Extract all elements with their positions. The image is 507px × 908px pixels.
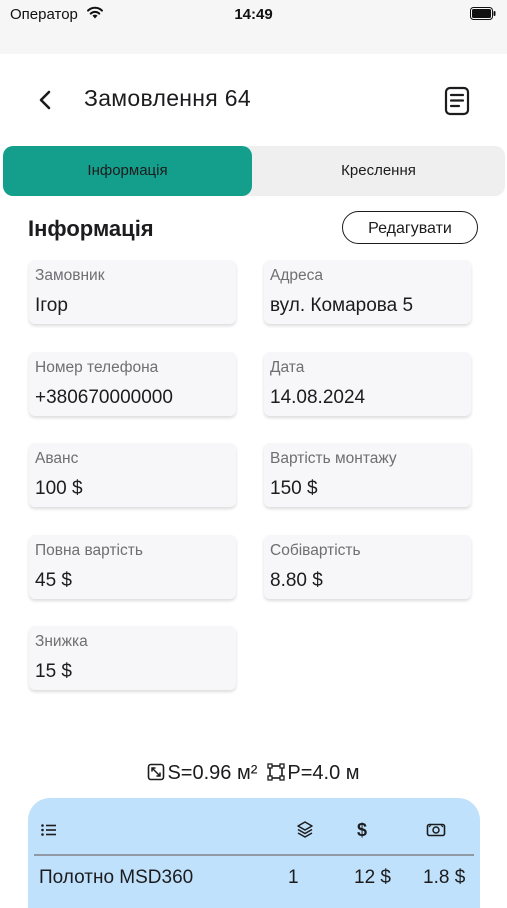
area-icon: [148, 763, 165, 781]
row-price: 12 $: [354, 867, 391, 888]
battery-icon: [470, 7, 496, 20]
perimeter-value: P=4.0 м: [287, 762, 360, 784]
back-chevron-icon[interactable]: [34, 88, 58, 112]
advance-field: Аванс 100 $: [29, 443, 236, 507]
field-label: Номер телефона: [35, 359, 159, 376]
field-label: Дата: [270, 359, 305, 376]
date-field: Дата 14.08.2024: [264, 352, 471, 416]
table-header-divider: [34, 854, 474, 856]
segmented-tabs: Інформація Креслення: [3, 146, 505, 196]
total-cost-field: Повна вартість 45 $: [29, 535, 236, 599]
tab-information[interactable]: Інформація: [3, 146, 252, 196]
field-label: Адреса: [270, 267, 323, 284]
svg-text:$: $: [357, 820, 367, 840]
layers-icon: [297, 821, 313, 838]
navigation-bar: Замовлення 64: [0, 54, 507, 146]
area-value: S=0.96 м²: [167, 762, 258, 784]
row-material-name: Полотно MSD360: [39, 867, 194, 888]
customer-field: Замовник Ігор: [29, 260, 236, 324]
field-label: Знижка: [35, 633, 88, 650]
field-value: 14.08.2024: [270, 387, 366, 408]
field-value: 15 $: [35, 661, 72, 682]
field-label: Аванс: [35, 450, 79, 467]
materials-table: $ Полотно MSD360 1 12 $ 1.8 $: [28, 798, 480, 908]
clock: 14:49: [234, 6, 273, 23]
list-icon: [41, 824, 56, 836]
field-value: 45 $: [35, 570, 72, 591]
field-value: 100 $: [35, 478, 83, 499]
discount-field: Знижка 15 $: [29, 626, 236, 690]
phone-field: Номер телефона +380670000000: [29, 352, 236, 416]
install-cost-field: Вартість монтажу 150 $: [264, 443, 471, 507]
field-value: 8.80 $: [270, 570, 323, 591]
field-value: 150 $: [270, 478, 318, 499]
field-label: Повна вартість: [35, 542, 143, 559]
row-quantity: 1: [288, 867, 299, 888]
row-cost: 1.8 $: [423, 867, 466, 888]
field-label: Замовник: [35, 267, 105, 284]
field-label: Собівартість: [270, 542, 361, 559]
dollar-icon: $: [357, 820, 367, 840]
field-label: Вартість монтажу: [270, 450, 397, 467]
field-value: вул. Комарова 5: [270, 295, 414, 316]
page-title: Замовлення 64: [84, 85, 251, 111]
field-value: Ігор: [35, 295, 68, 316]
edit-button[interactable]: Редагувати: [342, 211, 478, 244]
section-title: Інформація: [28, 216, 154, 241]
status-bar: Оператор 14:49: [0, 0, 507, 54]
field-value: +380670000000: [35, 387, 173, 408]
cost-price-field: Собівартість 8.80 $: [264, 535, 471, 599]
tab-drawing[interactable]: Креслення: [252, 146, 505, 196]
perimeter-icon: [267, 763, 286, 781]
area-perimeter-summary: S=0.96 м² P=4.0 м: [0, 762, 507, 785]
money-icon: [426, 823, 446, 837]
address-field: Адреса вул. Комарова 5: [264, 260, 471, 324]
document-icon[interactable]: [444, 86, 470, 116]
